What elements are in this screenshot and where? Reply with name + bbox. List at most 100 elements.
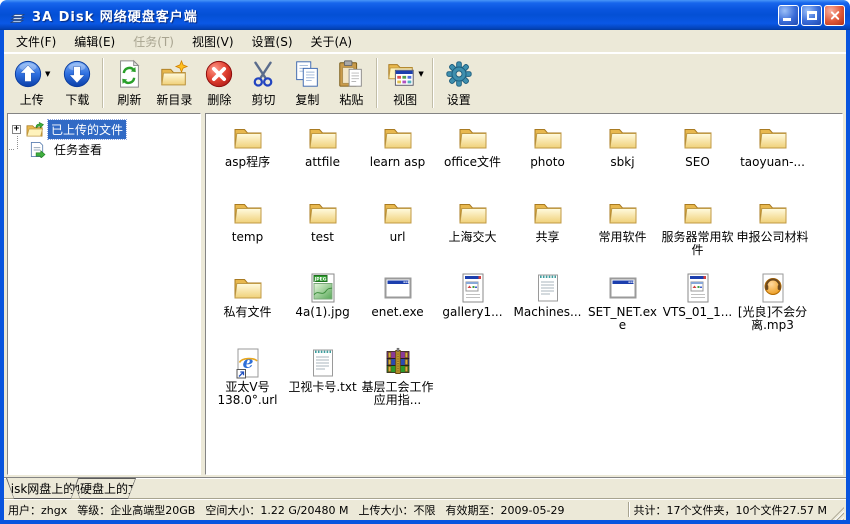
toolbar-button-paste[interactable]: 粘贴 [329,56,373,109]
minimize-button[interactable] [778,5,799,26]
file-item[interactable]: url [360,195,435,270]
file-item-label: taoyuan-... [740,156,805,169]
status-space: 空间大小：1.22 G/20480 M [205,502,348,518]
file-item[interactable]: gallery1... [435,270,510,345]
toolbar-button-upload[interactable]: ▼ 上传 [8,56,55,109]
dropdown-arrow-icon[interactable]: ▼ [45,71,50,78]
file-item-label: 共享 [535,231,559,244]
tab-active[interactable]: 3ADisk网盘上的文件 [6,478,79,499]
file-item[interactable]: 服务器常用软件 [660,195,735,270]
file-item-label: office文件 [444,156,501,169]
application-icon [382,272,414,304]
file-item-label: 卫视卡号.txt [288,381,356,394]
toolbar-button-download[interactable]: 下载 [55,56,99,109]
file-item-label: url [390,231,406,244]
file-item[interactable]: sbkj [585,120,660,195]
toolbar-button-new-folder[interactable]: 新目录 [151,56,197,109]
copy-icon [292,59,322,89]
folder-tree-panel: +已上传的文件任务查看 [7,113,201,475]
close-button[interactable] [824,5,845,26]
html-document-icon [457,272,489,304]
toolbar-button-cut[interactable]: 剪切 [241,56,285,109]
menu-item[interactable]: 文件(F) [7,30,65,53]
file-item-label: 私有文件 [223,306,271,319]
toolbar-separator [376,58,377,108]
file-item[interactable]: 常用软件 [585,195,660,270]
toolbar-button-view[interactable]: ▼ 视图 [381,56,428,109]
tree-item-label: 任务查看 [51,140,105,159]
dropdown-arrow-icon[interactable]: ▼ [418,71,423,78]
file-item[interactable]: temp [210,195,285,270]
toolbar-button-label: 上传 [20,91,44,108]
status-bar: 用户：zhgx等级：企业高端型20GB空间大小：1.22 G/20480 M上传… [4,498,846,520]
folder-icon [682,197,714,229]
menu-bar: 文件(F)编辑(E)任务(T)视图(V)设置(S)关于(A) [4,30,846,53]
file-item[interactable]: SET_NET.exe [585,270,660,345]
delete-icon [204,59,234,89]
main-area: +已上传的文件任务查看 asp程序 attfile learn asp office文… [4,111,846,477]
file-item[interactable]: SEO [660,120,735,195]
file-item[interactable]: office文件 [435,120,510,195]
file-item[interactable]: VTS_01_1... [660,270,735,345]
file-item[interactable]: learn asp [360,120,435,195]
resize-grip[interactable] [831,507,844,520]
toolbar-button-label: 视图 [393,91,417,108]
file-item[interactable]: 私有文件 [210,270,285,345]
file-item[interactable]: JPEG4a(1).jpg [285,270,360,345]
file-item[interactable]: 共享 [510,195,585,270]
folder-icon [532,197,564,229]
tree-item[interactable]: +已上传的文件 [12,119,198,139]
text-document-icon [532,272,564,304]
file-item[interactable]: photo [510,120,585,195]
menu-item[interactable]: 设置(S) [243,30,302,53]
file-item[interactable]: asp程序 [210,120,285,195]
status-level: 等级：企业高端型20GB [77,502,195,518]
toolbar-button-copy[interactable]: 复制 [285,56,329,109]
folder-icon [307,122,339,154]
file-item[interactable]: enet.exe [360,270,435,345]
text-document-icon [307,347,339,379]
maximize-button[interactable] [801,5,822,26]
file-item-label: 服务器常用软件 [661,231,734,257]
menu-item[interactable]: 关于(A) [302,30,362,53]
toolbar-icon-row: ▼ [13,58,50,90]
file-item-label: photo [530,156,565,169]
window-controls [778,5,845,26]
file-item-label: SET_NET.exe [586,306,659,332]
menu-item: 任务(T) [124,30,183,53]
file-item-label: asp程序 [225,156,270,169]
menu-item[interactable]: 编辑(E) [65,30,124,53]
file-item-label: learn asp [370,156,425,169]
file-item[interactable]: Machines... [510,270,585,345]
file-item[interactable]: 申报公司材料 [735,195,810,270]
toolbar: ▼ 上传下载刷新新目录删除剪切复制粘贴 ▼ 视图 设置 [4,53,846,111]
file-item[interactable]: [光良]不会分离.mp3 [735,270,810,345]
application-icon [607,272,639,304]
toolbar-button-settings[interactable]: 设置 [437,56,481,109]
download-icon [62,59,92,89]
tab-inactive[interactable]: 本地硬盘上的文件 [72,478,136,499]
jpeg-image-icon: JPEG [307,272,339,304]
expand-plus-icon[interactable]: + [12,125,21,134]
file-item[interactable]: 上海交大 [435,195,510,270]
file-item-label: gallery1... [442,306,502,319]
status-upload_limit: 上传大小：不限 [359,502,436,518]
toolbar-icon-row [114,58,144,90]
toolbar-button-delete[interactable]: 删除 [197,56,241,109]
file-item[interactable]: attfile [285,120,360,195]
title-bar[interactable]: 3A Disk 网络硬盘客户端 [0,0,850,30]
menu-item[interactable]: 视图(V) [183,30,243,53]
tab-label: 3ADisk网盘上的文件 [7,478,78,498]
tree-item[interactable]: 任务查看 [12,139,198,159]
toolbar-button-refresh[interactable]: 刷新 [107,56,151,109]
file-item[interactable]: 卫视卡号.txt [285,345,360,420]
toolbar-icon-row [62,58,92,90]
file-item[interactable]: e亚太V号138.0°.url [210,345,285,420]
file-item[interactable]: 基层工会工作应用指... [360,345,435,420]
file-item[interactable]: taoyuan-... [735,120,810,195]
file-item[interactable]: test [285,195,360,270]
folder-icon [607,122,639,154]
file-list-panel: asp程序attfilelearn aspoffice文件photosbkjSE… [205,113,843,475]
file-item-label: 上海交大 [448,231,496,244]
internet-shortcut-icon: e [232,347,264,379]
